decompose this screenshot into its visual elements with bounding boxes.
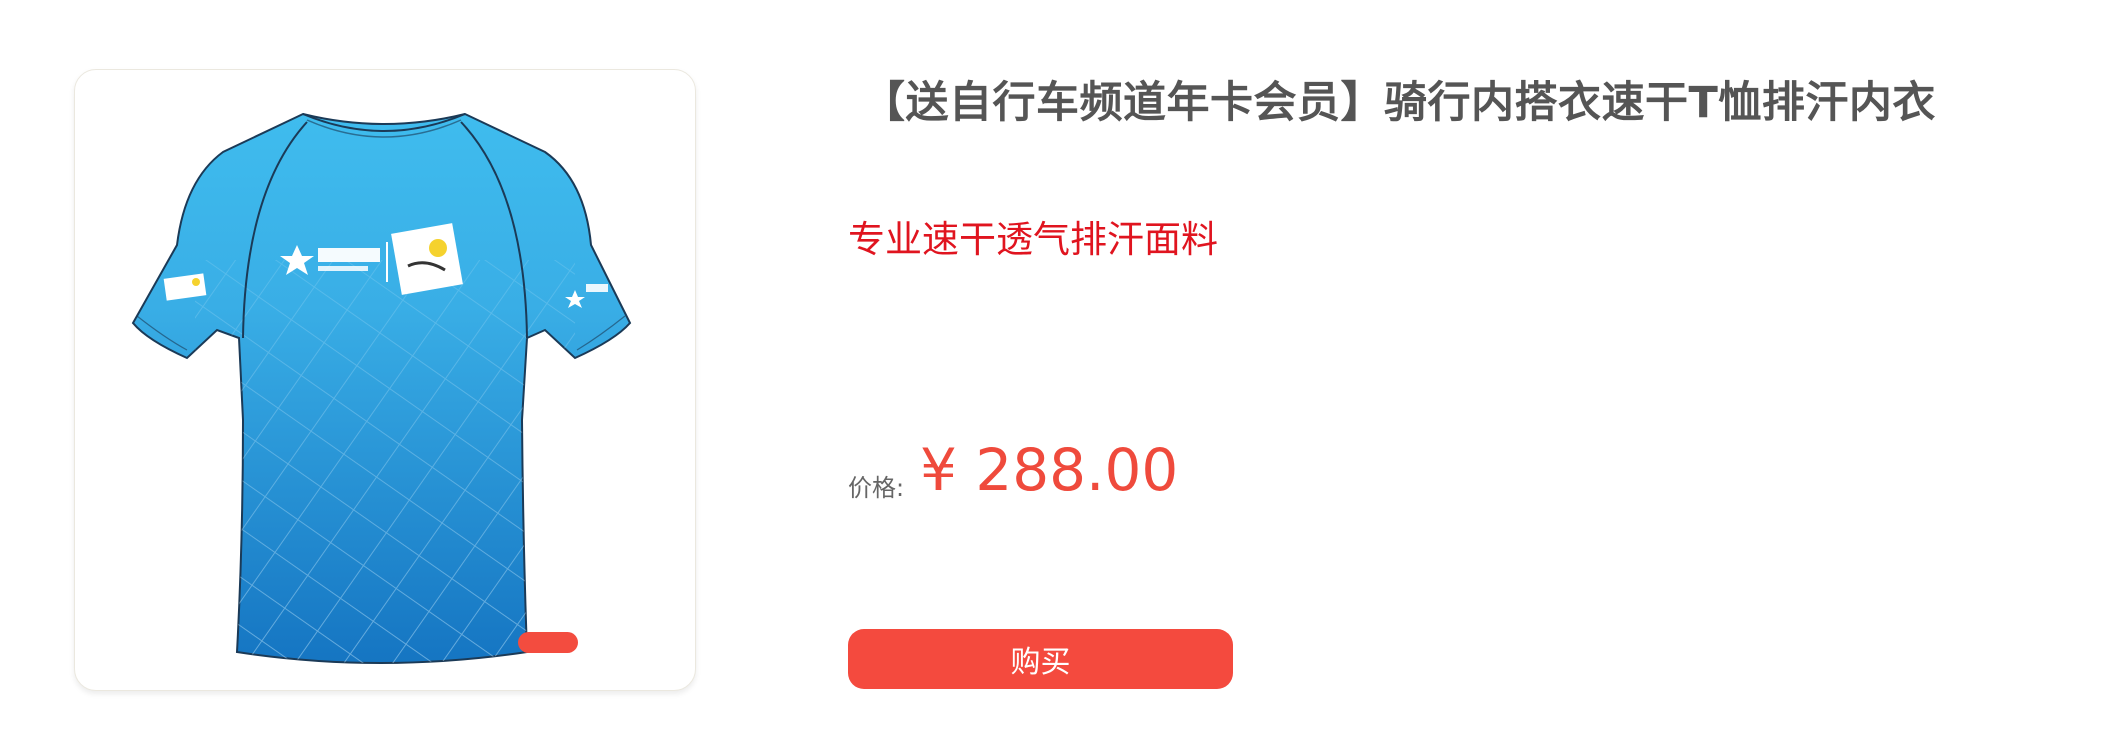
buy-button[interactable]: 购买 [848,629,1233,689]
product-subtitle: 专业速干透气排汗面料 [848,218,1218,261]
price-label: 价格: [848,474,905,502]
product-title: 【送自行车频道年卡会员】骑行内搭衣速干T恤排汗内衣 [862,78,1936,128]
price-value: ¥ 288.00 [920,436,1179,504]
product-image-card[interactable] [74,69,696,691]
carousel-indicator[interactable] [518,632,578,653]
product-tshirt-image [131,112,632,664]
